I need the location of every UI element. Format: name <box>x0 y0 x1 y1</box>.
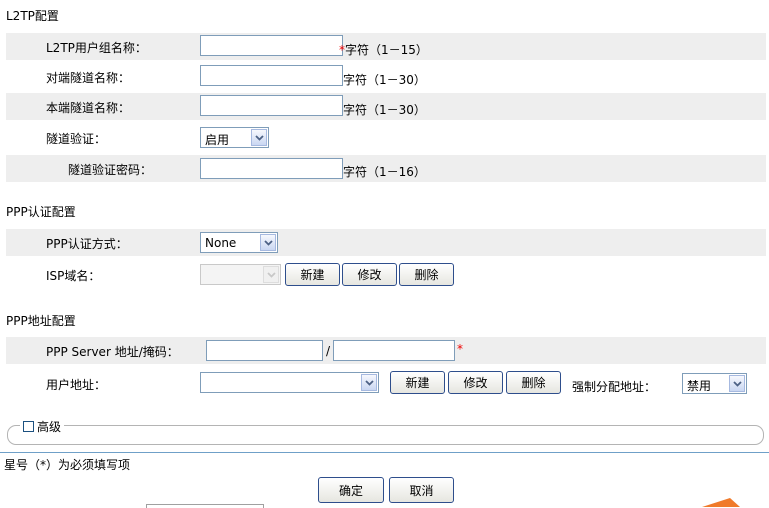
arrow-decoration-icon <box>702 498 740 507</box>
section-title-l2tp: L2TP配置 <box>6 9 59 23</box>
isp-domain-label: ISP域名： <box>46 269 101 283</box>
advanced-checkbox[interactable] <box>23 421 34 432</box>
isp-modify-button[interactable]: 修改 <box>342 263 397 286</box>
isp-new-button[interactable]: 新建 <box>285 263 340 286</box>
row-tunnel-password: 隧道验证密码： 字符（1－16） <box>6 155 766 182</box>
advanced-legend: 高级 <box>20 418 65 435</box>
ppp-auth-method-select[interactable]: None <box>200 232 278 253</box>
user-address-modify-button[interactable]: 修改 <box>448 371 503 394</box>
ppp-server-address-input[interactable] <box>206 340 323 361</box>
row-ppp-server: PPP Server 地址/掩码： / * <box>6 337 766 364</box>
advanced-fieldset <box>7 425 764 445</box>
ppp-server-mask-input[interactable] <box>333 340 455 361</box>
hint-text: 字符（1－15） <box>345 43 428 57</box>
force-assign-label: 强制分配地址： <box>572 380 657 394</box>
local-tunnel-label: 本端隧道名称： <box>46 101 131 115</box>
l2tp-group-name-label: L2TP用户组名称： <box>46 41 147 55</box>
tunnel-password-input[interactable] <box>200 158 343 179</box>
l2tp-group-name-hint: *字符（1－15） <box>339 41 428 58</box>
peer-tunnel-input[interactable] <box>200 65 343 86</box>
row-local-tunnel: 本端隧道名称： 字符（1－30） <box>6 93 766 120</box>
chevron-down-icon[interactable] <box>260 234 276 251</box>
row-l2tp-group-name: L2TP用户组名称： *字符（1－15） <box>6 33 766 60</box>
tunnel-password-label: 隧道验证密码： <box>68 163 153 177</box>
row-user-address: 用户地址： 新建 修改 删除 强制分配地址： 禁用 <box>6 370 766 397</box>
force-assign-select[interactable]: 禁用 <box>682 373 747 394</box>
required-star: * <box>457 342 463 356</box>
section-title-ppp-addr: PPP地址配置 <box>6 314 76 328</box>
ppp-auth-method-value: None <box>205 236 237 250</box>
chevron-down-icon[interactable] <box>729 375 745 392</box>
tunnel-auth-value: 启用 <box>205 133 230 147</box>
cancel-button[interactable]: 取消 <box>389 477 454 503</box>
row-peer-tunnel: 对端隧道名称： 字符（1－30） <box>6 63 766 90</box>
user-address-delete-button[interactable]: 删除 <box>506 371 561 394</box>
ppp-server-label: PPP Server 地址/掩码： <box>46 345 179 359</box>
section-title-ppp-auth: PPP认证配置 <box>6 205 76 219</box>
row-isp-domain: ISP域名： 新建 修改 删除 <box>6 261 766 288</box>
peer-tunnel-hint: 字符（1－30） <box>343 73 426 87</box>
force-assign-value: 禁用 <box>687 379 712 393</box>
ppp-auth-method-label: PPP认证方式： <box>46 237 128 251</box>
chevron-down-icon[interactable] <box>263 266 279 283</box>
chevron-down-icon[interactable] <box>361 374 377 391</box>
ok-button[interactable]: 确定 <box>318 477 384 503</box>
row-tunnel-auth: 隧道验证： 启用 <box>6 124 766 151</box>
peer-tunnel-label: 对端隧道名称： <box>46 71 131 85</box>
divider <box>0 452 769 453</box>
tunnel-auth-label: 隧道验证： <box>46 132 107 146</box>
isp-delete-button[interactable]: 删除 <box>399 263 454 286</box>
tunnel-password-hint: 字符（1－16） <box>343 165 426 179</box>
tunnel-auth-select[interactable]: 启用 <box>200 127 269 148</box>
user-address-label: 用户地址： <box>46 378 107 392</box>
user-address-new-button[interactable]: 新建 <box>390 371 445 394</box>
row-ppp-auth-method: PPP认证方式： None <box>6 229 766 256</box>
isp-domain-select[interactable] <box>200 264 281 285</box>
partial-input <box>146 504 264 508</box>
required-note: 星号（*）为必须填写项 <box>4 458 131 472</box>
local-tunnel-input[interactable] <box>200 95 343 116</box>
user-address-select[interactable] <box>200 372 379 393</box>
local-tunnel-hint: 字符（1－30） <box>343 103 426 117</box>
advanced-label: 高级 <box>37 420 62 434</box>
slash-separator: / <box>326 344 331 358</box>
chevron-down-icon[interactable] <box>251 129 267 146</box>
l2tp-group-name-input[interactable] <box>200 35 343 56</box>
